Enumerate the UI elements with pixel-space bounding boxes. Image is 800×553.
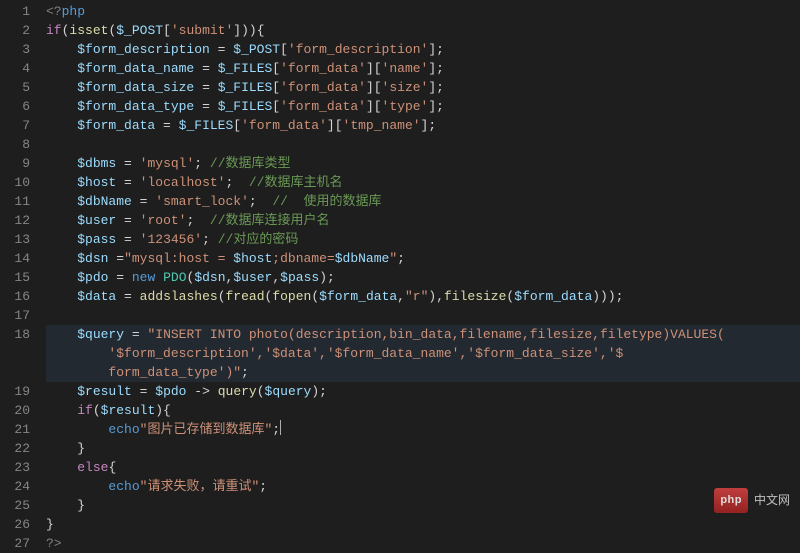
code-line: $data = addslashes(fread(fopen($form_dat… xyxy=(46,287,800,306)
line-number xyxy=(8,363,30,382)
code-line: $form_data_name = $_FILES['form_data']['… xyxy=(46,59,800,78)
code-line: $form_data = $_FILES['form_data']['tmp_n… xyxy=(46,116,800,135)
code-line: $pdo = new PDO($dsn,$user,$pass); xyxy=(46,268,800,287)
code-line: $user = 'root'; //数据库连接用户名 xyxy=(46,211,800,230)
code-line: $form_data_size = $_FILES['form_data']['… xyxy=(46,78,800,97)
code-line: $pass = '123456'; //对应的密码 xyxy=(46,230,800,249)
code-line xyxy=(46,306,800,325)
code-line: $form_description = $_POST['form_descrip… xyxy=(46,40,800,59)
line-number: 16 xyxy=(8,287,30,306)
code-line: echo"请求失败，请重试"; xyxy=(46,477,800,496)
code-line: $dsn ="mysql:host = $host;dbname=$dbName… xyxy=(46,249,800,268)
code-area[interactable]: <?phpif(isset($_POST['submit'])){ $form_… xyxy=(42,0,800,521)
line-number: 9 xyxy=(8,154,30,173)
code-line: $host = 'localhost'; //数据库主机名 xyxy=(46,173,800,192)
line-number: 13 xyxy=(8,230,30,249)
code-line: $form_data_type = $_FILES['form_data']['… xyxy=(46,97,800,116)
code-line: <?php xyxy=(46,2,800,21)
line-number: 10 xyxy=(8,173,30,192)
line-number: 18 xyxy=(8,325,30,344)
line-number: 24 xyxy=(8,477,30,496)
code-line: if($result){ xyxy=(46,401,800,420)
line-number: 25 xyxy=(8,496,30,515)
line-number: 11 xyxy=(8,192,30,211)
code-line: $result = $pdo -> query($query); xyxy=(46,382,800,401)
line-number: 26 xyxy=(8,515,30,534)
code-line: if(isset($_POST['submit'])){ xyxy=(46,21,800,40)
code-line xyxy=(46,135,800,154)
line-number xyxy=(8,344,30,363)
line-number: 3 xyxy=(8,40,30,59)
code-editor: 1234567891011121314151617181920212223242… xyxy=(0,0,800,521)
code-line: form_data_type')"; xyxy=(46,363,800,382)
line-number: 15 xyxy=(8,268,30,287)
code-line: '$form_description','$data','$form_data_… xyxy=(46,344,800,363)
line-number: 22 xyxy=(8,439,30,458)
line-number: 2 xyxy=(8,21,30,40)
line-number: 4 xyxy=(8,59,30,78)
line-number: 8 xyxy=(8,135,30,154)
line-number: 12 xyxy=(8,211,30,230)
line-number: 5 xyxy=(8,78,30,97)
line-number: 21 xyxy=(8,420,30,439)
code-line: $dbms = 'mysql'; //数据库类型 xyxy=(46,154,800,173)
line-number: 19 xyxy=(8,382,30,401)
code-line: } xyxy=(46,439,800,458)
code-line: $dbName = 'smart_lock'; // 使用的数据库 xyxy=(46,192,800,211)
line-number: 1 xyxy=(8,2,30,21)
code-line: ?> xyxy=(46,534,800,553)
code-line: } xyxy=(46,515,800,534)
code-line: echo"图片已存储到数据库"; xyxy=(46,420,800,439)
line-number: 6 xyxy=(8,97,30,116)
line-number: 20 xyxy=(8,401,30,420)
line-number: 7 xyxy=(8,116,30,135)
code-line: $query = "INSERT INTO photo(description,… xyxy=(46,325,800,344)
line-number: 23 xyxy=(8,458,30,477)
line-number: 27 xyxy=(8,534,30,553)
line-number: 14 xyxy=(8,249,30,268)
line-number: 17 xyxy=(8,306,30,325)
code-line: } xyxy=(46,496,800,515)
code-line: else{ xyxy=(46,458,800,477)
line-number-gutter: 1234567891011121314151617181920212223242… xyxy=(0,0,42,521)
